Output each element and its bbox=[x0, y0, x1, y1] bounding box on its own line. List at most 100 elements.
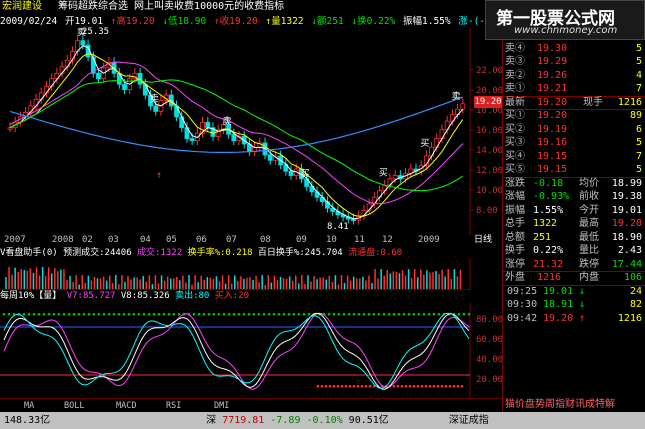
top-dot bbox=[382, 312, 386, 316]
tab-macd[interactable]: MACD bbox=[116, 399, 136, 413]
candle-body bbox=[7, 127, 13, 130]
candle-body bbox=[189, 138, 195, 142]
volume-chart[interactable] bbox=[0, 258, 502, 290]
candle-body bbox=[351, 218, 356, 221]
low-value: ↓低18.90 bbox=[162, 16, 207, 27]
top-dot bbox=[7, 312, 11, 316]
stat-row: 涨停 21.32 跌停 17.44 bbox=[503, 258, 645, 272]
bottom-dot bbox=[316, 384, 320, 388]
status-bar: 148.33亿 深 7719.81 -7.89 -0.10% 90.51亿 深证… bbox=[0, 412, 645, 429]
top-dot bbox=[247, 312, 251, 316]
tick-price: 18.91 bbox=[543, 299, 574, 310]
bottom-dot bbox=[356, 384, 360, 388]
tab-rsi[interactable]: RSI bbox=[166, 399, 181, 413]
bottom-dot bbox=[396, 384, 400, 388]
quote-panel: 卖⑤19.371卖④19.305卖③19.295卖②19.264卖①19.217… bbox=[502, 28, 645, 412]
v8-value: V8:85.326 bbox=[120, 291, 170, 301]
stat-label: 最低 bbox=[579, 231, 599, 243]
open-value: 开19.01 bbox=[64, 16, 104, 27]
candlestick-chart[interactable]: 卖卖卖买 买买卖↑ bbox=[0, 28, 502, 235]
candle-body bbox=[122, 83, 127, 91]
low-marker-label: 8.41 bbox=[327, 222, 349, 232]
high-marker-label: 25.35 bbox=[82, 27, 110, 37]
ask-row: 卖③ 19.29 5 bbox=[503, 55, 645, 69]
candle-body bbox=[44, 85, 49, 94]
bottom-dot bbox=[348, 384, 352, 388]
tick-time: 09:42 bbox=[507, 312, 538, 324]
top-dot bbox=[392, 312, 396, 316]
top-dot bbox=[37, 312, 41, 316]
top-dot bbox=[467, 312, 471, 316]
osc-tick: 60.00 bbox=[476, 335, 504, 345]
watermark-text: 猫价盘势周指财讯成特解 bbox=[505, 399, 615, 410]
tick-time: 09:25 bbox=[507, 285, 538, 297]
status-left: 148.33亿 bbox=[4, 415, 51, 426]
top-dot bbox=[57, 312, 61, 316]
top-dot bbox=[422, 312, 426, 316]
top-dot bbox=[207, 312, 211, 316]
arrow-marker: ↑ bbox=[156, 170, 162, 181]
bid-row: 买② 19.19 6 bbox=[503, 123, 645, 137]
volume-indicator-title: V看盘助手(0) bbox=[0, 248, 58, 258]
top-dot bbox=[122, 312, 126, 316]
bid-label: 买② bbox=[505, 123, 525, 135]
indicator-tabs: MA BOLL MACD RSI DMI bbox=[0, 398, 502, 412]
oscillator-chart[interactable] bbox=[0, 303, 502, 398]
top-dot bbox=[72, 312, 76, 316]
top-dot bbox=[287, 312, 291, 316]
top-dot bbox=[347, 312, 351, 316]
oscillator-title: 每周10%【量】 bbox=[0, 291, 62, 301]
bottom-dot bbox=[424, 384, 428, 388]
top-dot bbox=[32, 312, 36, 316]
tick-arrow: ↑ bbox=[579, 312, 586, 324]
candle-body bbox=[153, 105, 159, 112]
tick-price: 19.20 bbox=[543, 312, 574, 324]
ask-volume: 5 bbox=[635, 56, 642, 67]
top-dot bbox=[102, 312, 106, 316]
bottom-dot bbox=[368, 384, 372, 388]
bottom-dot bbox=[456, 384, 460, 388]
stat-label: 最高 bbox=[579, 218, 599, 229]
current-hand-value: 1216 bbox=[617, 96, 642, 108]
top-dot bbox=[352, 312, 356, 316]
top-dot bbox=[42, 312, 46, 316]
top-dot bbox=[172, 312, 176, 316]
date-tick: 12 bbox=[382, 235, 393, 245]
candle-body bbox=[142, 83, 148, 96]
indicator-title: 筹码超跌综合选 网上叫卖收费10000元的收费指标 bbox=[58, 1, 285, 12]
outer-label: 外盘 bbox=[505, 272, 525, 283]
top-dot bbox=[242, 312, 246, 316]
latest-row: 最新 19.20 现手 1216 bbox=[503, 96, 645, 110]
tab-dmi[interactable]: DMI bbox=[214, 399, 229, 413]
tab-ma[interactable]: MA bbox=[24, 399, 34, 413]
tick-row: 09:42 19.20 ↑ 1216 bbox=[503, 312, 645, 326]
bottom-dot bbox=[444, 384, 448, 388]
stat-label: 今开 bbox=[579, 204, 599, 216]
top-dot bbox=[222, 312, 226, 316]
candle-body bbox=[33, 99, 39, 107]
bottom-dot bbox=[364, 384, 368, 388]
ask-row: 卖① 19.21 7 bbox=[503, 82, 645, 96]
top-dot bbox=[427, 312, 431, 316]
status-total: 90.51亿 bbox=[348, 415, 389, 426]
volume-today: 成交:1322 bbox=[137, 248, 183, 258]
period-label[interactable]: 日线 bbox=[474, 235, 492, 246]
stat-value: 251 bbox=[533, 231, 552, 243]
candle-body bbox=[80, 40, 86, 46]
signal-label: 卖 bbox=[452, 91, 461, 102]
tick-arrow: ↓ bbox=[579, 285, 586, 297]
stock-name: 宏润建设 bbox=[2, 1, 42, 12]
ask-volume: 4 bbox=[635, 69, 642, 81]
ask-label: 卖③ bbox=[505, 56, 525, 67]
price-tick: 12.00 bbox=[476, 166, 504, 176]
stat-row: 总额 251 最低 18.90 bbox=[503, 231, 645, 245]
stat-value: 19.20 bbox=[611, 218, 642, 229]
bottom-dot bbox=[420, 384, 424, 388]
stat-label: 总额 bbox=[505, 231, 525, 243]
stat-row: 总手 1322 最高 19.20 bbox=[503, 217, 645, 231]
ask-price: 19.21 bbox=[537, 83, 568, 94]
top-dot bbox=[432, 312, 436, 316]
tab-boll[interactable]: BOLL bbox=[64, 399, 84, 413]
amount-value: ↓额251 bbox=[311, 16, 344, 27]
top-dot bbox=[67, 312, 71, 316]
